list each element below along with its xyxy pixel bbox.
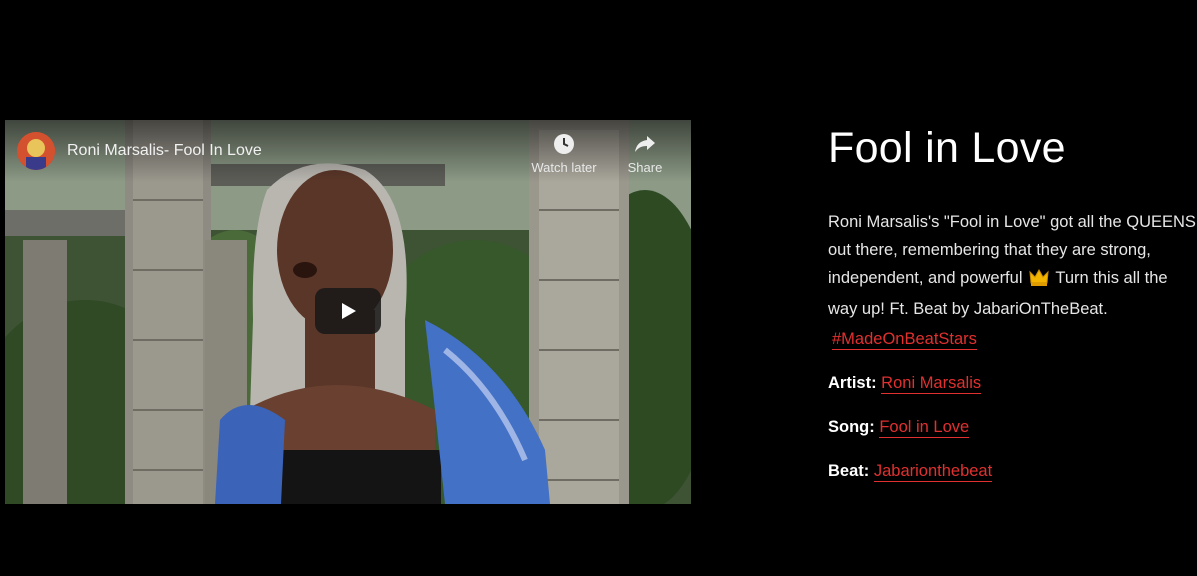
share-arrow-icon xyxy=(635,136,655,152)
song-info-panel: Fool in Love Roni Marsalis's "Fool in Lo… xyxy=(828,120,1197,485)
share-button[interactable]: Share xyxy=(619,132,671,175)
share-label: Share xyxy=(627,160,663,175)
clock-icon xyxy=(554,134,574,154)
play-button[interactable] xyxy=(315,288,381,334)
song-description: Roni Marsalis's "Fool in Love" got all t… xyxy=(828,208,1197,353)
beat-link[interactable]: Jabarionthebeat xyxy=(873,462,993,482)
song-row: Song: Fool in Love xyxy=(828,413,1197,441)
crown-icon xyxy=(1029,267,1049,295)
beat-row: Beat: Jabarionthebeat xyxy=(828,457,1197,485)
artist-row: Artist: Roni Marsalis xyxy=(828,369,1197,397)
song-label: Song: xyxy=(828,418,880,436)
watch-later-button[interactable]: Watch later xyxy=(527,132,601,175)
watch-later-label: Watch later xyxy=(531,160,597,175)
play-icon xyxy=(342,303,356,319)
song-heading: Fool in Love xyxy=(828,124,1066,172)
video-title[interactable]: Roni Marsalis- Fool In Love xyxy=(67,142,262,160)
avatar-image xyxy=(17,132,55,170)
channel-avatar[interactable] xyxy=(17,132,55,170)
hashtag-link[interactable]: #MadeOnBeatStars xyxy=(832,330,977,350)
page: Roni Marsalis- Fool In Love Watch later … xyxy=(0,0,1197,576)
artist-link[interactable]: Roni Marsalis xyxy=(881,374,982,394)
video-player[interactable]: Roni Marsalis- Fool In Love Watch later … xyxy=(5,120,691,504)
song-link[interactable]: Fool in Love xyxy=(879,418,970,438)
beat-label: Beat: xyxy=(828,462,874,480)
artist-label: Artist: xyxy=(828,374,882,392)
